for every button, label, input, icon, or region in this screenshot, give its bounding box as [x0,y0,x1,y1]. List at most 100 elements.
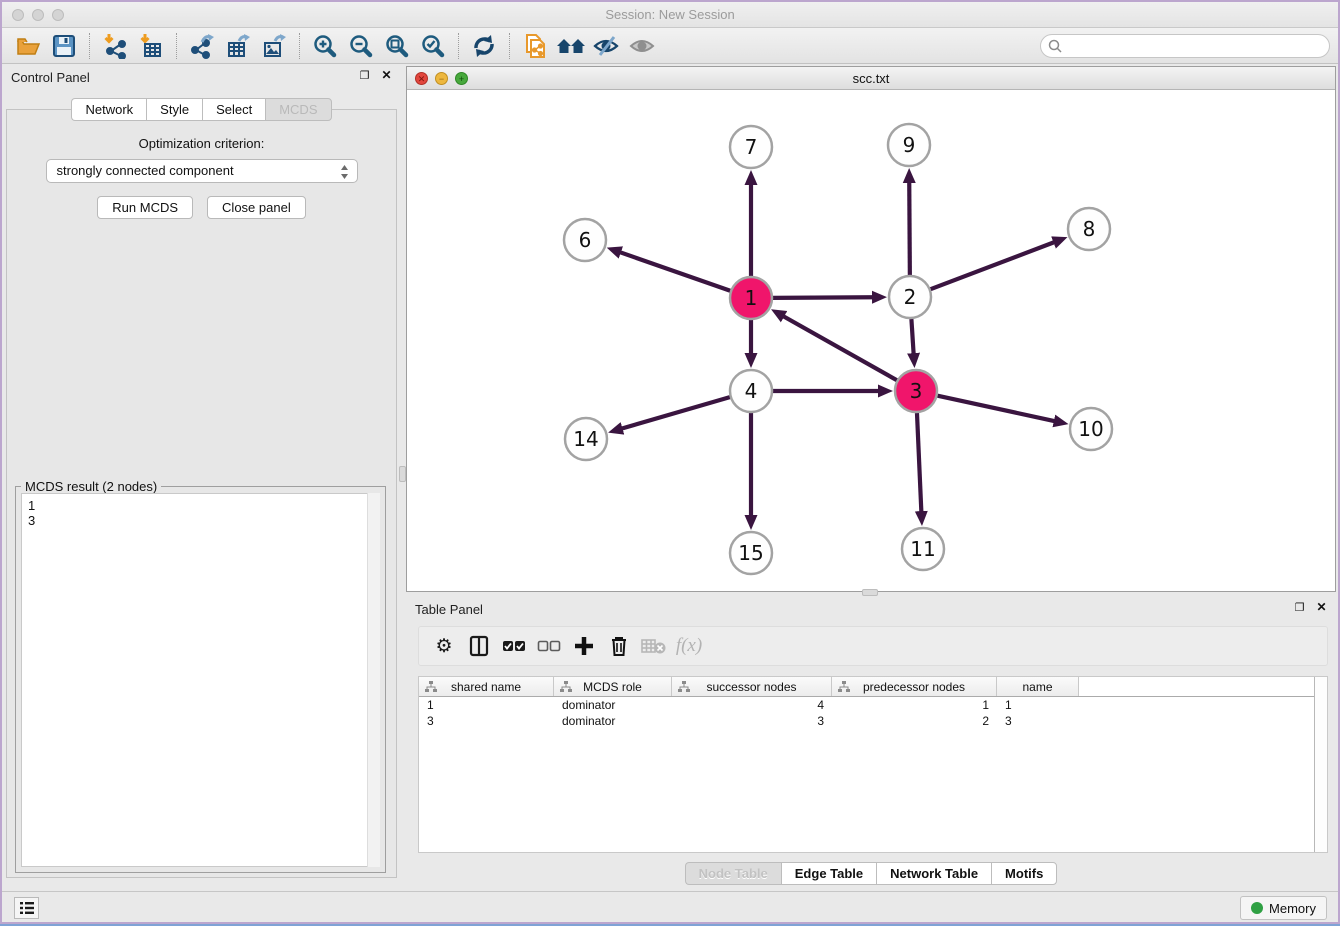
float-table-panel-icon[interactable] [1293,601,1306,614]
delete-table-icon[interactable] [639,631,669,661]
toolbar-separator [509,33,510,59]
network-window-title: scc.txt [407,71,1335,86]
zoom-in-icon[interactable] [309,31,341,61]
graph-node-1[interactable]: 1 [730,277,772,319]
duplicate-network-icon[interactable] [519,31,551,61]
zoom-fit-icon[interactable] [381,31,413,61]
export-network-icon[interactable] [186,31,218,61]
graph-node-15[interactable]: 15 [730,532,772,574]
table-settings-icon[interactable]: ⚙ [429,631,459,661]
close-table-panel-icon[interactable] [1315,601,1328,614]
graph-node-2[interactable]: 2 [889,276,931,318]
zoom-out-icon[interactable] [345,31,377,61]
close-panel-icon[interactable] [380,69,393,82]
table-header-row: shared name MCDS role successor nodes pr… [419,677,1327,697]
search-input[interactable] [1040,34,1330,58]
svg-text:15: 15 [738,541,763,565]
main-toolbar [2,28,1338,64]
table-row[interactable]: 3 dominator 3 2 3 [419,713,1327,729]
criterion-dropdown[interactable]: strongly connected component [46,159,358,183]
refresh-styles-icon[interactable] [468,31,500,61]
graph-edge-3-1[interactable] [783,316,897,380]
float-panel-icon[interactable] [358,69,371,82]
close-panel-button[interactable]: Close panel [207,196,306,219]
show-all-icon[interactable] [627,31,659,61]
open-session-icon[interactable] [12,31,44,61]
tab-network[interactable]: Network [71,98,146,121]
graph-node-11[interactable]: 11 [902,528,944,570]
table-tabs: Node Table Edge Table Network Table Moti… [406,862,1336,885]
graph-edge-2-9[interactable] [909,182,910,275]
run-mcds-button[interactable]: Run MCDS [97,196,193,219]
deselect-all-rows-icon[interactable] [534,631,564,661]
tab-edge-table[interactable]: Edge Table [781,862,876,885]
mcds-result-title: MCDS result (2 nodes) [21,479,161,494]
memory-status-icon [1251,902,1263,914]
zoom-selected-icon[interactable] [417,31,449,61]
status-menu-button[interactable] [14,897,39,919]
column-tree-icon [560,681,572,696]
add-column-icon[interactable] [569,631,599,661]
column-header-predecessor-nodes[interactable]: predecessor nodes [832,677,997,696]
tab-mcds[interactable]: MCDS [265,98,331,121]
search-container [1040,34,1330,58]
toolbar-separator [176,33,177,59]
application-window: Session: New Session [0,0,1340,926]
graph-node-7[interactable]: 7 [730,126,772,168]
table-row[interactable]: 1 dominator 4 1 1 [419,697,1327,713]
tab-style[interactable]: Style [146,98,202,121]
criterion-dropdown-value: strongly connected component [57,163,234,178]
graph-node-10[interactable]: 10 [1070,408,1112,450]
graph-edge-3-11[interactable] [917,413,921,512]
graph-edge-1-2[interactable] [773,297,873,298]
tab-motifs[interactable]: Motifs [991,862,1057,885]
first-neighbors-icon[interactable] [555,31,587,61]
optimization-criterion-label: Optimization criterion: [7,136,396,151]
split-columns-icon[interactable] [464,631,494,661]
dropdown-stepper-icon [339,162,350,189]
export-image-icon[interactable] [258,31,290,61]
save-session-icon[interactable] [48,31,80,61]
import-network-icon[interactable] [99,31,131,61]
horizontal-splitter-grip[interactable] [862,589,878,596]
tab-node-table[interactable]: Node Table [685,862,781,885]
svg-text:3: 3 [910,379,923,403]
graph-node-6[interactable]: 6 [564,219,606,261]
result-scrollbar[interactable] [367,493,380,867]
graph-node-14[interactable]: 14 [565,418,607,460]
network-graph[interactable]: 7 9 6 8 1 2 4 3 14 10 15 11 [407,91,1335,591]
hide-selected-icon[interactable] [591,31,623,61]
node-table[interactable]: shared name MCDS role successor nodes pr… [418,676,1328,853]
graph-node-3[interactable]: 3 [895,370,937,412]
tab-network-table[interactable]: Network Table [876,862,991,885]
mcds-result-text[interactable]: 1 3 [21,493,380,867]
column-tree-icon [425,681,437,696]
graph-edge-3-10[interactable] [937,396,1054,421]
column-header-successor-nodes[interactable]: successor nodes [672,677,832,696]
graph-node-4[interactable]: 4 [730,370,772,412]
table-panel-title: Table Panel [415,602,483,617]
network-canvas[interactable]: 7 9 6 8 1 2 4 3 14 10 15 11 [407,91,1335,591]
memory-button[interactable]: Memory [1240,896,1327,920]
graph-node-8[interactable]: 8 [1068,208,1110,250]
column-header-mcds-role[interactable]: MCDS role [554,677,672,696]
svg-text:14: 14 [573,427,598,451]
graph-edge-4-14[interactable] [622,397,730,429]
tab-select[interactable]: Select [202,98,265,121]
graph-edge-1-6[interactable] [620,252,730,291]
graph-edge-2-8[interactable] [931,242,1055,289]
column-header-shared-name[interactable]: shared name [419,677,554,696]
mcds-tab-content: Optimization criterion: strongly connect… [6,109,397,878]
window-title: Session: New Session [2,7,1338,22]
import-table-icon[interactable] [135,31,167,61]
graph-node-9[interactable]: 9 [888,124,930,166]
select-all-rows-icon[interactable] [499,631,529,661]
mcds-result-group: MCDS result (2 nodes) 1 3 [15,486,386,873]
vertical-splitter-grip[interactable] [399,466,406,482]
table-scrollbar[interactable] [1314,677,1327,852]
column-tree-icon [678,681,690,696]
delete-columns-icon[interactable] [604,631,634,661]
column-header-name[interactable]: name [997,677,1079,696]
export-table-icon[interactable] [222,31,254,61]
graph-edge-2-3[interactable] [911,319,913,354]
